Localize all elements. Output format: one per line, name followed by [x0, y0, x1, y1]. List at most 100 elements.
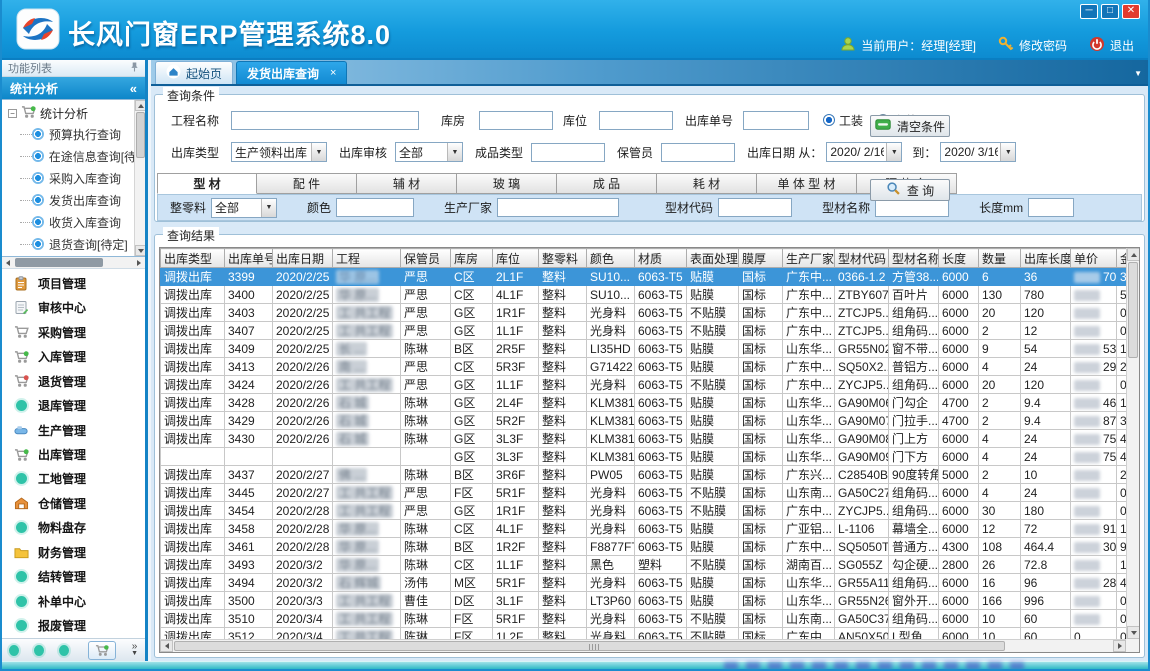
table-row[interactable]: 调拨出库34092020/2/25长 ...陈琳B区2R5F整料LI35HD60… — [161, 340, 1127, 358]
tree-item[interactable]: 收货入库查询 — [20, 211, 134, 233]
minimize-button[interactable]: ─ — [1080, 4, 1098, 19]
table-row[interactable]: 调拨出库34302020/2/26石 城陈琳G区3L3F整料KLM3817606… — [161, 430, 1127, 448]
table-row[interactable]: 调拨出库34132020/2/26南 ...严思C区5R3F整料G7142260… — [161, 358, 1127, 376]
out-audit-select[interactable]: 全部 ▼ — [395, 142, 463, 162]
scrollbar-thumb[interactable] — [1128, 262, 1138, 358]
table-row[interactable]: 调拨出库34542020/2/28工 共工程严思G区1R1F整料光身料6063-… — [161, 502, 1127, 520]
tree-item[interactable]: 预算执行查询 — [20, 123, 134, 145]
column-header[interactable]: 膜厚 — [739, 249, 783, 268]
clear-conditions-button[interactable]: 清空条件 — [870, 115, 950, 137]
tab-material-0[interactable]: 型 材 — [157, 173, 257, 194]
color-input[interactable] — [336, 198, 414, 217]
tab-material-2[interactable]: 辅 材 — [357, 173, 457, 194]
grid-scrollbar-horizontal[interactable] — [160, 639, 1126, 652]
tab-list-dropdown-icon[interactable]: ▼ — [1134, 69, 1142, 78]
tree-root[interactable]: − 统计分析 — [8, 103, 134, 123]
collapse-icon[interactable]: « — [130, 81, 137, 96]
radio-gongzhuang[interactable]: 工装 — [823, 112, 863, 129]
column-header[interactable]: 出库长度 — [1021, 249, 1071, 268]
sidebar-item-warehouse[interactable]: 仓储管理 — [2, 491, 145, 515]
column-header[interactable]: 型材代码 — [835, 249, 889, 268]
sidebar-item-stock-return[interactable]: 退库管理 — [2, 393, 145, 417]
column-header[interactable]: 颜色 — [587, 249, 635, 268]
table-row[interactable]: 调拨出库34242020/2/26工 共工程严思G区1L1F整料光身料6063-… — [161, 376, 1127, 394]
tab-close-icon[interactable]: × — [330, 67, 336, 79]
tree-expand-icon[interactable]: − — [8, 109, 17, 118]
sidebar-item-purchase[interactable]: 采购管理 — [2, 320, 145, 344]
column-header[interactable]: 出库类型 — [161, 249, 225, 268]
table-row[interactable]: 调拨出库35002020/3/3工 共工程曹佳D区3L1F整料LT3P60606… — [161, 592, 1127, 610]
sidebar-item-project[interactable]: 项目管理 — [2, 271, 145, 295]
tab-home[interactable]: 起始页 — [155, 61, 233, 84]
table-row[interactable]: 调拨出库34292020/2/26石 城陈琳G区5R2F整料KLM3817606… — [161, 412, 1127, 430]
sidebar-item-finance[interactable]: 财务管理 — [2, 540, 145, 564]
scroll-left-icon[interactable] — [160, 640, 173, 652]
tree-scrollbar-vertical[interactable] — [134, 100, 145, 256]
column-header[interactable]: 表面处理 — [687, 249, 739, 268]
sidebar-item-inbound[interactable]: 入库管理 — [2, 344, 145, 368]
tree-scrollbar-horizontal[interactable] — [2, 257, 145, 269]
table-row[interactable]: 调拨出库34452020/2/27工 共工程严思F区5R1F整料光身料6063-… — [161, 484, 1127, 502]
column-header[interactable]: 长度 — [939, 249, 979, 268]
table-row[interactable]: 调拨出库34002020/2/25华 原...严思C区4L1F整料SU10...… — [161, 286, 1127, 304]
pin-icon[interactable] — [130, 61, 139, 76]
column-header[interactable]: 单价 — [1071, 249, 1117, 268]
column-header[interactable]: 库房 — [451, 249, 493, 268]
scrollbar-thumb[interactable] — [136, 112, 145, 158]
sidebar-item-outbound[interactable]: 出库管理 — [2, 442, 145, 466]
scroll-left-icon[interactable] — [2, 257, 14, 268]
project-name-input[interactable] — [231, 111, 419, 130]
length-input[interactable] — [1028, 198, 1074, 217]
change-password-button[interactable]: 修改密码 — [998, 36, 1067, 55]
tree-item[interactable]: 发货出库查询 — [20, 189, 134, 211]
sidebar-item-supplement[interactable]: 补单中心 — [2, 589, 145, 613]
tab-material-4[interactable]: 成 品 — [557, 173, 657, 194]
column-header[interactable]: 整零料 — [539, 249, 587, 268]
sidebar-section-header[interactable]: 统计分析 « — [2, 77, 145, 99]
column-header[interactable]: 保管员 — [401, 249, 451, 268]
maker-input[interactable] — [497, 198, 619, 217]
warehouse-input[interactable] — [479, 111, 553, 130]
column-header[interactable]: 出库日期 — [273, 249, 333, 268]
column-header[interactable]: 材质 — [635, 249, 687, 268]
tab-material-1[interactable]: 配 件 — [257, 173, 357, 194]
scrollbar-thumb[interactable] — [174, 641, 1005, 651]
module-dot-icon[interactable] — [59, 645, 69, 656]
table-row[interactable]: 调拨出库34612020/2/28华 原...陈琳B区1R2F整料F8877FT… — [161, 538, 1127, 556]
logout-button[interactable]: 退出 — [1089, 36, 1134, 55]
scrollbar-thumb[interactable] — [15, 258, 103, 267]
keeper-input[interactable] — [661, 143, 735, 162]
scroll-right-icon[interactable] — [133, 257, 145, 268]
scroll-up-icon[interactable] — [1127, 248, 1140, 261]
sidebar-item-production[interactable]: 生产管理 — [2, 418, 145, 442]
date-from-select[interactable]: 2020/ 2/16 ▼ — [826, 142, 902, 162]
sidebar-item-scrap[interactable]: 报废管理 — [2, 614, 145, 638]
table-row[interactable]: 调拨出库34942020/3/2石 辉城汤伟M区5R1F整料光身料6063-T5… — [161, 574, 1127, 592]
column-header[interactable]: 出库单号 — [225, 249, 273, 268]
scroll-down-icon[interactable] — [1127, 626, 1140, 639]
tab-shipment-outbound-query[interactable]: 发货出库查询 × — [236, 61, 347, 84]
scroll-down-icon[interactable] — [135, 245, 145, 256]
out-type-select[interactable]: 生产领料出库 ▼ — [231, 142, 327, 162]
column-header[interactable]: 型材名称 — [889, 249, 939, 268]
column-header[interactable]: 工程 — [333, 249, 401, 268]
sidebar-item-carryover[interactable]: 结转管理 — [2, 565, 145, 589]
grid-scrollbar-vertical[interactable] — [1126, 248, 1139, 639]
table-row[interactable]: 调拨出库34932020/3/2华 原...陈琳C区1L1F整料黑色塑料不贴膜国… — [161, 556, 1127, 574]
table-row[interactable]: 调拨出库33992020/2/25华 原...严思C区2L1F整料SU10...… — [161, 268, 1127, 286]
column-header[interactable]: 金 — [1117, 249, 1127, 268]
table-row[interactable]: G区3L3F整料KLM38176063-T5贴膜国标山东华...GA90M09.… — [161, 448, 1127, 466]
location-input[interactable] — [599, 111, 673, 130]
module-cart-button[interactable] — [88, 641, 116, 660]
close-button[interactable]: ✕ — [1122, 4, 1140, 19]
more-modules-button[interactable]: »▼ — [131, 643, 138, 657]
module-dot-icon[interactable] — [34, 645, 44, 656]
table-row[interactable]: 调拨出库34032020/2/25工 共工程严思G区1R1F整料光身料6063-… — [161, 304, 1127, 322]
table-row[interactable]: 调拨出库35102020/3/4工 共工程陈琳F区5R1F整料光身料6063-T… — [161, 610, 1127, 628]
scroll-right-icon[interactable] — [1113, 640, 1126, 652]
tree-item[interactable]: 采购入库查询 — [20, 167, 134, 189]
order-no-input[interactable] — [743, 111, 809, 130]
sidebar-item-inventory[interactable]: 物料盘存 — [2, 516, 145, 540]
tree-item[interactable]: 退货查询[待定] — [20, 233, 134, 255]
module-dot-icon[interactable] — [9, 645, 19, 656]
